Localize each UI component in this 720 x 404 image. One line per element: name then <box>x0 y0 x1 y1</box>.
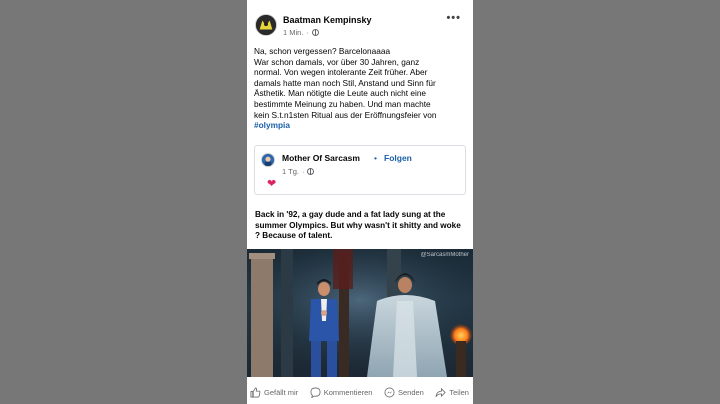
comment-button[interactable]: Kommentieren <box>310 387 373 398</box>
post-line: Ästhetik. Man nötigte die Leute auch nic… <box>254 88 427 99</box>
image-caption: Back in '92, a gay dude and a fat lady s… <box>255 210 461 240</box>
right-blurred-margin <box>473 0 720 404</box>
author-avatar[interactable] <box>255 14 277 36</box>
post-meta: 1 Min. · <box>283 28 319 37</box>
share-icon <box>435 387 447 397</box>
like-button[interactable]: Gefällt mir <box>250 387 298 398</box>
follow-button[interactable]: Folgen <box>384 153 412 163</box>
post-time[interactable]: 1 Min. <box>283 28 303 37</box>
shared-author-name[interactable]: Mother Of Sarcasm <box>282 153 360 163</box>
post-header: Baatman Kempinsky 1 Min. · ••• <box>255 12 465 42</box>
post-line: Na, schon vergessen? Barcelonaaaa <box>254 46 391 56</box>
post-line: War schon damals, vor über 30 Jahren, ga… <box>254 56 420 67</box>
shared-meta: 1 Tg. · <box>282 167 315 176</box>
separator-dot: • <box>374 153 377 163</box>
send-label: Senden <box>397 387 424 397</box>
separator-dot: · <box>301 167 305 176</box>
post-line: damals hatte man noch Stil, Anstand und … <box>254 77 436 88</box>
post-line: kein S.t.n1sten Ritual aus der Eröffnung… <box>254 109 437 120</box>
globe-icon <box>311 29 319 36</box>
video-scene <box>247 249 473 377</box>
globe-icon <box>307 168 315 175</box>
more-horizontal-icon[interactable]: ••• <box>446 12 461 24</box>
post-line: normal. Von wegen intolerante Zeit frühe… <box>254 67 428 78</box>
shared-author-avatar[interactable] <box>261 153 275 167</box>
author-name[interactable]: Baatman Kempinsky <box>283 15 372 25</box>
shared-time[interactable]: 1 Tg. <box>282 167 299 176</box>
left-blurred-margin <box>0 0 247 404</box>
post-line: bestimmte Meinung zu haben. Und man mach… <box>254 98 431 109</box>
thumbs-up-icon <box>250 387 261 397</box>
video-thumbnail[interactable]: @SarcasmMother <box>247 249 473 377</box>
video-watermark: @SarcasmMother <box>420 252 469 258</box>
heart-icon: ❤ <box>267 178 277 190</box>
action-bar: Gefällt mir Kommentieren Senden Teilen <box>247 380 473 404</box>
post-text: Na, schon vergessen? Barcelonaaaa War sc… <box>254 46 468 131</box>
separator-dot: · <box>306 28 309 37</box>
post-card: Baatman Kempinsky 1 Min. · ••• Na, schon… <box>247 0 473 404</box>
share-button[interactable]: Teilen <box>435 387 469 398</box>
shared-post-card[interactable]: Mother Of Sarcasm • Folgen 1 Tg. · ❤ <box>254 145 466 195</box>
comment-label: Kommentieren <box>323 387 373 397</box>
hashtag-link[interactable]: #olympia <box>254 120 290 130</box>
share-label: Teilen <box>449 387 469 397</box>
send-button[interactable]: Senden <box>384 387 424 398</box>
comment-icon <box>310 387 321 398</box>
like-label: Gefällt mir <box>264 387 299 397</box>
messenger-icon <box>384 387 395 397</box>
